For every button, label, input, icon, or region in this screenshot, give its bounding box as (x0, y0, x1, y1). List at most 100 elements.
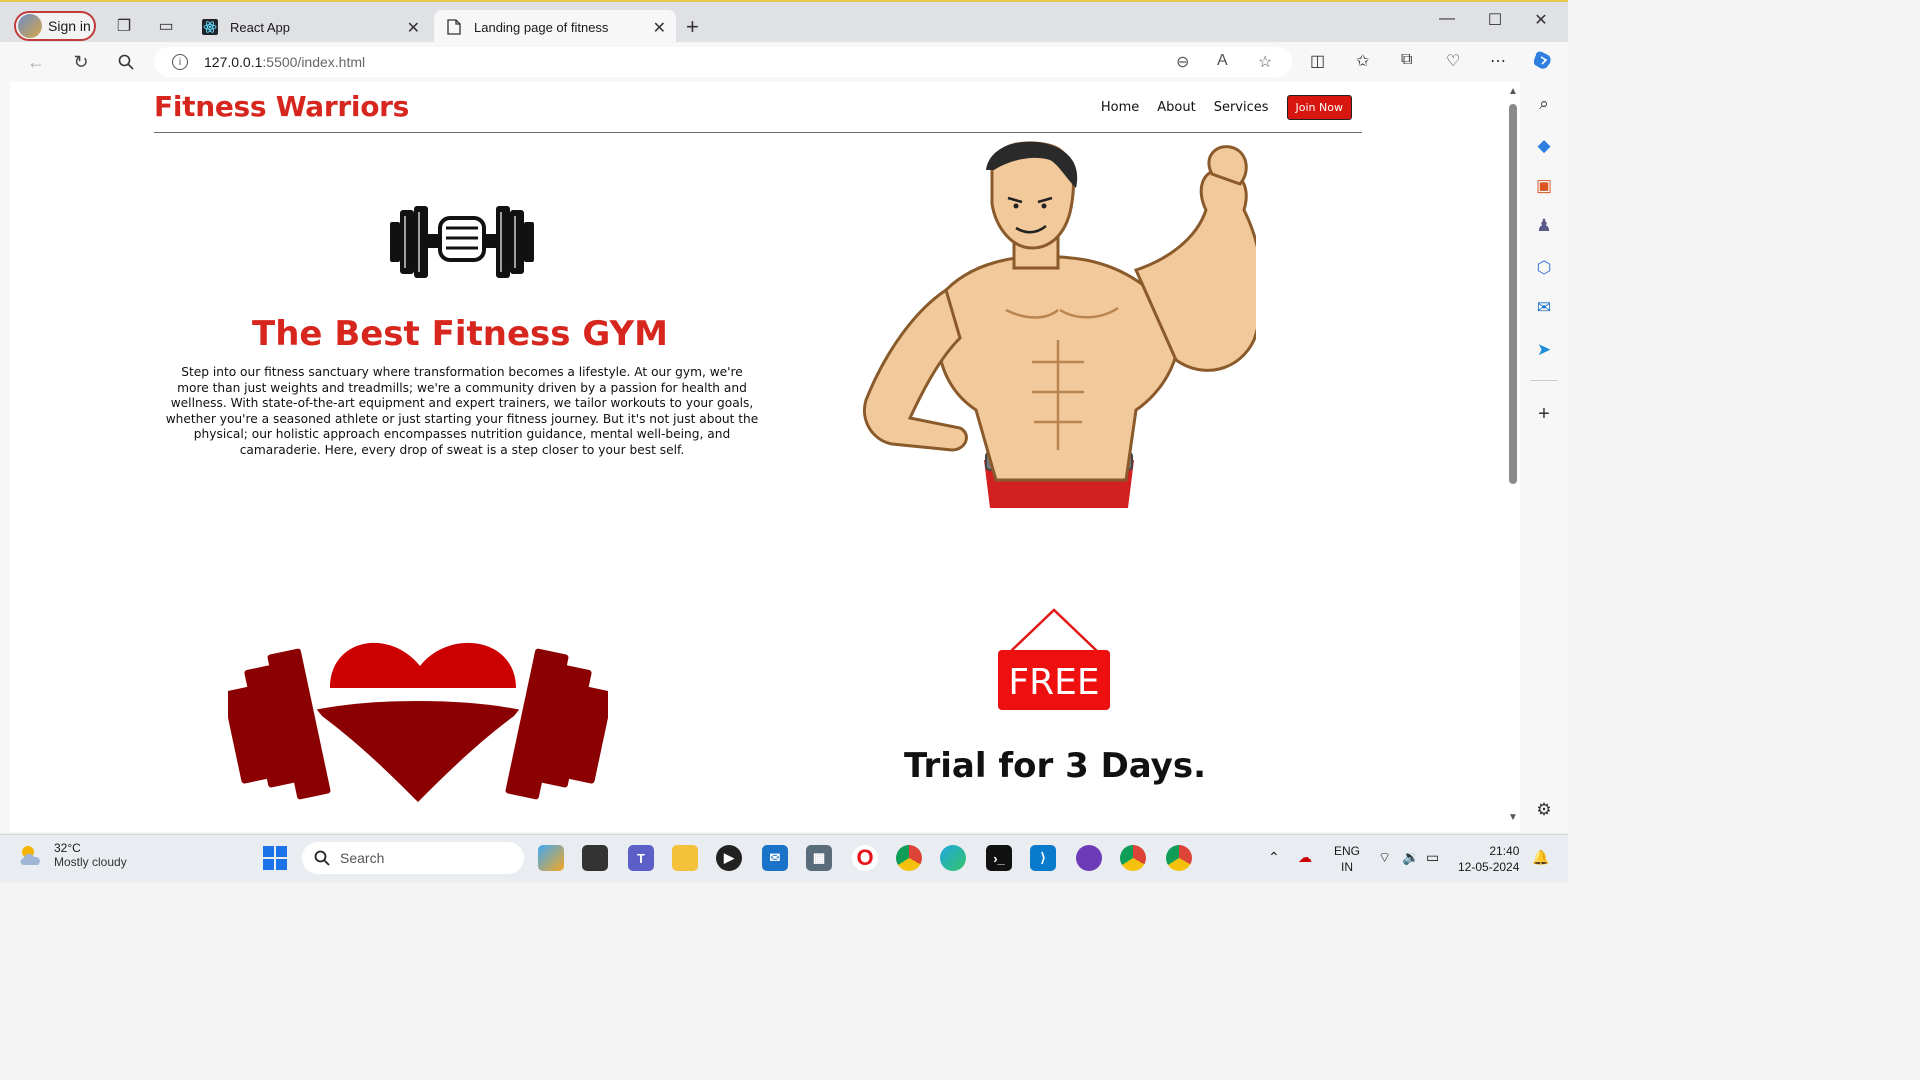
date-text: 12-05-2024 (1458, 860, 1520, 874)
tab-landing-page[interactable]: Landing page of fitness ✕ (434, 10, 676, 44)
taskbar-search-box[interactable]: Search (302, 842, 524, 874)
teams-icon[interactable]: T (628, 845, 654, 871)
games-icon[interactable]: ♟ (1532, 214, 1556, 238)
address-bar[interactable]: i 127.0.0.1:5500/index.html (154, 47, 1292, 77)
hero-title: The Best Fitness GYM (252, 314, 668, 354)
shopping-tag-icon[interactable]: ◆ (1532, 134, 1556, 158)
terminal-icon[interactable]: ›_ (986, 845, 1012, 871)
task-view-icon[interactable] (582, 845, 608, 871)
tools-icon[interactable]: ▣ (1532, 174, 1556, 198)
search-icon[interactable] (114, 50, 138, 74)
settings-gear-icon[interactable]: ⚙ (1532, 798, 1556, 822)
edge-sidebar: ⌕ ◆ ▣ ♟ ⬡ ✉ ➤ + ⚙ (1520, 82, 1568, 832)
close-window-icon[interactable]: ✕ (1526, 10, 1556, 30)
react-icon (202, 19, 218, 35)
search-placeholder: Search (340, 850, 385, 866)
tab-title: React App (230, 19, 290, 35)
copilot-pre-icon[interactable] (538, 845, 564, 871)
calculator-icon[interactable]: ▦ (806, 845, 832, 871)
profile-signin-button[interactable]: Sign in (14, 11, 96, 41)
signin-label: Sign in (48, 18, 91, 34)
lang-text: ENG (1334, 844, 1361, 858)
back-icon[interactable]: ← (24, 50, 48, 74)
github-desktop-icon[interactable] (1076, 845, 1102, 871)
favorite-star-icon[interactable]: ☆ (1258, 52, 1272, 72)
tab-title: Landing page of fitness (474, 19, 609, 35)
onedrive-error-icon[interactable]: ☁ (1298, 849, 1312, 865)
windows-start-icon[interactable] (262, 845, 288, 871)
url-path: :5500/index.html (262, 54, 366, 70)
sidebar-search-icon[interactable]: ⌕ (1532, 92, 1556, 116)
scroll-down-icon[interactable]: ▼ (1508, 812, 1518, 823)
outlook-icon[interactable]: ✉ (1532, 296, 1556, 320)
read-aloud-icon[interactable]: A (1217, 52, 1228, 70)
left-edge (0, 82, 10, 832)
nav-home-link[interactable]: Home (1101, 100, 1139, 115)
split-screen-icon[interactable]: ◫ (1310, 51, 1325, 71)
page-scrollbar[interactable]: ▲ ▼ (1506, 82, 1520, 832)
region-text: IN (1341, 860, 1353, 874)
new-tab-icon[interactable]: + (686, 14, 699, 40)
info-icon[interactable]: i (172, 54, 188, 70)
bodybuilder-illustration (863, 141, 1256, 508)
vscode-icon[interactable]: ⟩ (1030, 845, 1056, 871)
copilot-icon[interactable] (1532, 49, 1554, 76)
weather-widget[interactable]: 32°C Mostly cloudy (18, 841, 127, 869)
wifi-icon[interactable]: ⌔ (1378, 849, 1391, 865)
avatar (18, 14, 42, 38)
microsoft365-icon[interactable]: ⬡ (1532, 256, 1556, 280)
chrome-icon[interactable] (896, 845, 922, 871)
hero-description: Step into our fitness sanctuary where tr… (165, 365, 759, 457)
trial-heading: Trial for 3 Days. (904, 746, 1206, 786)
zoom-out-icon[interactable]: ⊖ (1176, 52, 1189, 72)
more-menu-icon[interactable]: ⋯ (1490, 51, 1506, 71)
main-nav: Home About Services Join Now (1101, 95, 1352, 120)
browser-essentials-icon[interactable]: ♡ (1446, 51, 1460, 71)
language-indicator[interactable]: ENG IN (1334, 843, 1360, 875)
edge-icon[interactable] (940, 845, 966, 871)
file-explorer-icon[interactable] (672, 845, 698, 871)
refresh-icon[interactable]: ↻ (69, 50, 93, 74)
temperature: 32°C (54, 841, 81, 855)
windows-taskbar: 32°C Mostly cloudy Search T ▶ ✉ ▦ O ›_ ⟩… (0, 834, 1568, 882)
mail-icon[interactable]: ✉ (762, 845, 788, 871)
brand-logo-text[interactable]: Fitness Warriors (154, 90, 409, 123)
time-text: 21:40 (1489, 844, 1520, 858)
browser-titlebar: Sign in ❐ ▭ React App ✕ Landing page of … (0, 0, 1568, 44)
sidebar-divider (1530, 380, 1558, 381)
heart-dumbbell-logo (228, 642, 608, 802)
free-label: FREE (1008, 662, 1100, 703)
join-now-button[interactable]: Join Now (1286, 95, 1352, 120)
nav-services-link[interactable]: Services (1214, 100, 1269, 115)
site-header: Fitness Warriors Home About Services Joi… (154, 82, 1362, 133)
collections-icon[interactable]: ⧉ (1401, 51, 1412, 69)
send-icon[interactable]: ➤ (1532, 338, 1556, 362)
tab-react-app[interactable]: React App ✕ (190, 10, 430, 44)
page-viewport: Fitness Warriors Home About Services Joi… (10, 82, 1506, 832)
clock[interactable]: 21:40 12-05-2024 (1458, 843, 1519, 875)
url-host: 127.0.0.1 (204, 54, 263, 70)
workspaces-icon[interactable]: ❐ (114, 16, 134, 36)
scroll-thumb[interactable] (1509, 104, 1517, 484)
chrome-profile-icon[interactable] (1120, 845, 1146, 871)
tray-chevron-icon[interactable]: ⌃ (1268, 849, 1280, 865)
favorites-icon[interactable]: ✩ (1356, 51, 1369, 71)
minimize-icon[interactable]: — (1432, 10, 1462, 28)
weather-cloud-icon (20, 846, 40, 865)
close-tab-icon[interactable]: ✕ (653, 18, 666, 38)
notification-bell-icon[interactable]: 🔔 (1532, 849, 1549, 865)
search-icon (314, 850, 330, 866)
media-player-icon[interactable]: ▶ (716, 845, 742, 871)
close-tab-icon[interactable]: ✕ (407, 18, 420, 38)
add-sidebar-icon[interactable]: + (1532, 402, 1556, 426)
volume-icon[interactable]: 🔉 (1402, 849, 1419, 865)
opera-icon[interactable]: O (852, 845, 878, 871)
weather-text: Mostly cloudy (54, 855, 127, 869)
fist-dumbbell-icon (390, 206, 534, 278)
maximize-icon[interactable]: ☐ (1480, 10, 1510, 30)
scroll-up-icon[interactable]: ▲ (1508, 86, 1518, 97)
chrome-alt-icon[interactable] (1166, 845, 1192, 871)
battery-icon[interactable]: ▭ (1426, 849, 1439, 865)
nav-about-link[interactable]: About (1157, 100, 1195, 115)
tab-actions-icon[interactable]: ▭ (156, 16, 176, 36)
